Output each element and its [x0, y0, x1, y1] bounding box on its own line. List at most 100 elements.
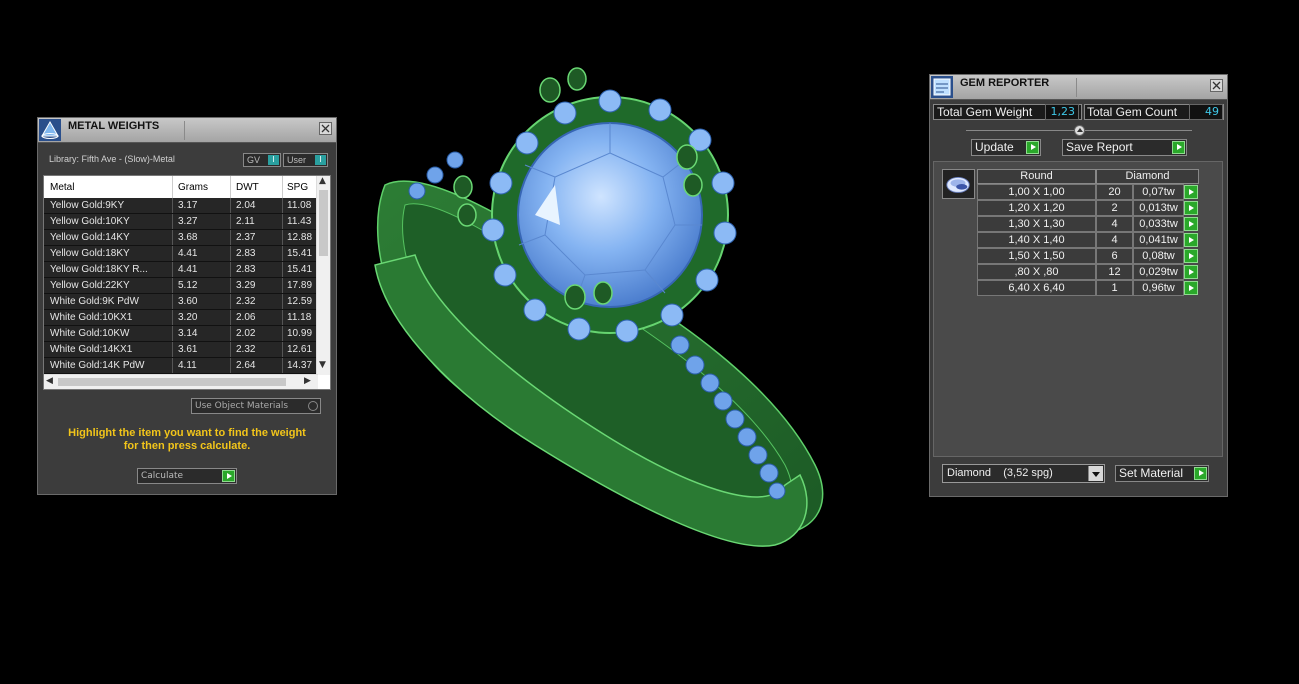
metal-table-horizontal-scrollbar[interactable]: ◀ ▶ — [44, 374, 318, 389]
update-button[interactable]: Update — [971, 139, 1041, 156]
column-divider — [282, 326, 283, 341]
calculate-hint: Highlight the item you want to find the … — [38, 427, 336, 453]
scroll-right-icon[interactable]: ▶ — [304, 376, 311, 386]
table-row[interactable]: White Gold:14K PdW 4.11 2.64 14.37 — [44, 358, 318, 374]
user-toggle[interactable]: User I — [283, 153, 328, 167]
gem-size-cell: 1,00 X 1,00 — [977, 184, 1096, 200]
grams-cell: 3.17 — [178, 200, 198, 211]
table-row[interactable]: Yellow Gold:10KY 3.27 2.11 11.43 — [44, 214, 318, 230]
gem-size-cell: 1,50 X 1,50 — [977, 248, 1096, 264]
spg-cell: 12.61 — [287, 344, 313, 355]
table-row[interactable]: Yellow Gold:14KY 3.68 2.37 12.88 — [44, 230, 318, 246]
column-divider — [230, 326, 231, 341]
close-icon — [321, 124, 330, 133]
gem-reporter-title: GEM REPORTER — [960, 77, 1050, 89]
gem-count-cell: 20 — [1096, 184, 1133, 200]
set-material-label: Set Material — [1119, 466, 1184, 480]
gv-toggle[interactable]: GV I — [243, 153, 281, 167]
grams-cell: 3.20 — [178, 312, 198, 323]
play-arrow-icon[interactable] — [1184, 201, 1198, 215]
dwt-cell: 2.83 — [236, 248, 256, 259]
column-divider — [282, 278, 283, 293]
column-divider — [282, 294, 283, 309]
column-divider — [230, 358, 231, 373]
chevron-down-icon[interactable] — [1088, 466, 1103, 481]
spg-cell: 11.18 — [287, 312, 312, 323]
collapse-toggle-icon[interactable] — [1074, 125, 1085, 136]
round-diamond-icon[interactable] — [942, 169, 975, 199]
table-row[interactable]: Yellow Gold:22KY 5.12 3.29 17.89 — [44, 278, 318, 294]
col-dwt-header[interactable]: DWT — [236, 182, 259, 193]
play-arrow-icon — [1194, 467, 1207, 480]
metal-table-body: Yellow Gold:9KY 3.17 2.04 11.08 Yellow Gold:… — [44, 198, 318, 374]
calculate-button[interactable]: Calculate — [137, 468, 237, 484]
metal-name-cell: White Gold:14KX1 — [50, 344, 133, 355]
grams-cell: 3.68 — [178, 232, 198, 243]
column-divider — [230, 214, 231, 229]
shape-header: Round — [977, 169, 1096, 184]
play-arrow-icon[interactable] — [1184, 265, 1198, 279]
play-arrow-icon[interactable] — [1184, 281, 1198, 295]
col-grams-header[interactable]: Grams — [178, 182, 208, 193]
gem-size-cell: 1,20 X 1,20 — [977, 200, 1096, 216]
metal-weights-title: METAL WEIGHTS — [68, 120, 160, 132]
gem-weight-cell: 0,013tw — [1133, 200, 1184, 216]
metal-weights-titlebar[interactable]: METAL WEIGHTS — [38, 118, 336, 143]
grams-cell: 4.41 — [178, 264, 198, 275]
metal-weights-app-icon — [39, 119, 61, 141]
set-material-button[interactable]: Set Material — [1115, 465, 1209, 482]
play-arrow-icon[interactable] — [1184, 185, 1198, 199]
column-divider — [230, 310, 231, 325]
column-divider — [230, 262, 231, 277]
spg-cell: 12.59 — [287, 296, 313, 307]
material-select[interactable]: Diamond (3,52 spg) — [942, 464, 1105, 483]
table-row[interactable]: White Gold:10KW 3.14 2.02 10.99 — [44, 326, 318, 342]
gem-size-cell: ,80 X ,80 — [977, 264, 1096, 280]
table-row[interactable]: Yellow Gold:18KY 4.41 2.83 15.41 — [44, 246, 318, 262]
total-gem-count-value: 49 — [1189, 104, 1223, 120]
gem-reporter-titlebar[interactable]: GEM REPORTER — [930, 75, 1227, 100]
play-arrow-icon[interactable] — [1184, 233, 1198, 247]
gem-weight-cell: 0,033tw — [1133, 216, 1184, 232]
use-object-materials-toggle[interactable]: Use Object Materials — [191, 398, 321, 414]
table-row[interactable]: Yellow Gold:18KY R... 4.41 2.83 15.41 — [44, 262, 318, 278]
horizontal-scroll-thumb[interactable] — [58, 378, 286, 386]
metal-table-vertical-scrollbar[interactable]: ▲ ▼ — [316, 176, 330, 375]
table-row[interactable]: Yellow Gold:9KY 3.17 2.04 11.08 — [44, 198, 318, 214]
metal-name-cell: Yellow Gold:9KY — [50, 200, 125, 211]
close-icon — [1212, 81, 1221, 90]
metal-name-cell: Yellow Gold:18KY R... — [50, 264, 148, 275]
gem-count-cell: 1 — [1096, 280, 1133, 296]
scroll-down-icon[interactable]: ▼ — [319, 360, 326, 370]
metal-weights-panel: METAL WEIGHTS Library: Fifth Ave - (Slow… — [37, 117, 337, 495]
metal-name-cell: Yellow Gold:10KY — [50, 216, 130, 227]
dwt-cell: 3.29 — [236, 280, 256, 291]
table-row[interactable]: White Gold:10KX1 3.20 2.06 11.18 — [44, 310, 318, 326]
scroll-left-icon[interactable]: ◀ — [46, 376, 53, 386]
column-divider — [172, 358, 173, 373]
col-spg-header[interactable]: SPG — [287, 182, 308, 193]
gv-label: GV — [247, 155, 261, 165]
table-row[interactable]: White Gold:14KX1 3.61 2.32 12.61 — [44, 342, 318, 358]
column-divider — [172, 262, 173, 277]
save-report-button[interactable]: Save Report — [1062, 139, 1187, 156]
column-divider — [282, 262, 283, 277]
radio-icon[interactable] — [308, 401, 318, 411]
play-arrow-icon[interactable] — [1184, 249, 1198, 263]
gem-weight-cell: 0,08tw — [1133, 248, 1184, 264]
ring-3d-viewport[interactable] — [345, 65, 850, 565]
gem-count-cell: 4 — [1096, 232, 1133, 248]
col-metal-header[interactable]: Metal — [50, 182, 74, 193]
grams-cell: 3.61 — [178, 344, 198, 355]
metal-weights-close-button[interactable] — [319, 122, 332, 135]
dwt-cell: 2.32 — [236, 344, 256, 355]
table-row[interactable]: White Gold:9K PdW 3.60 2.32 12.59 — [44, 294, 318, 310]
gem-count-cell: 4 — [1096, 216, 1133, 232]
vertical-scroll-thumb[interactable] — [319, 190, 328, 256]
play-arrow-icon[interactable] — [1184, 217, 1198, 231]
column-divider — [230, 342, 231, 357]
column-divider — [282, 342, 283, 357]
total-gem-count-label: Total Gem Count — [1087, 105, 1178, 119]
gem-reporter-close-button[interactable] — [1210, 79, 1223, 92]
scroll-up-icon[interactable]: ▲ — [319, 176, 326, 186]
